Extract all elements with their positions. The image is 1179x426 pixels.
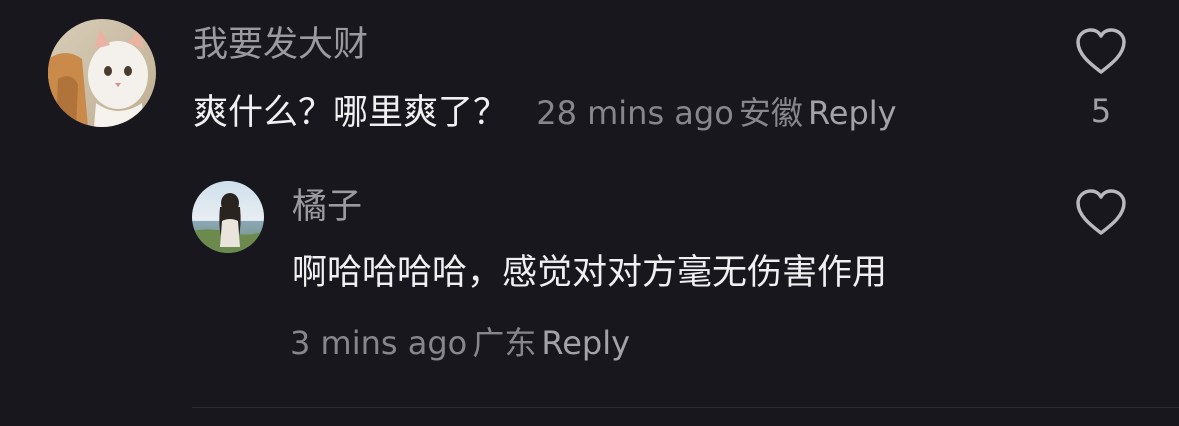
comment-like-count: 5 xyxy=(1090,92,1112,130)
reply-timestamp: 3 mins ago xyxy=(290,324,468,362)
heart-outline-icon xyxy=(1076,28,1126,74)
comment-username[interactable]: 我要发大财 xyxy=(193,28,368,63)
comment-reply-button[interactable]: Reply xyxy=(808,94,897,132)
reply-meta: 3 mins ago 广东 Reply xyxy=(290,327,630,359)
avatar[interactable] xyxy=(192,181,264,253)
reply-text: 啊哈哈哈哈，感觉对对方毫无伤害作用 xyxy=(292,253,888,293)
cat-avatar-icon xyxy=(48,19,156,127)
reply-like-button[interactable] xyxy=(1074,187,1128,241)
reply-reply-button[interactable]: Reply xyxy=(541,324,630,362)
comment-like-button[interactable] xyxy=(1074,26,1128,80)
comment-location: 安徽 xyxy=(738,94,803,132)
comment-timestamp: 28 mins ago xyxy=(536,94,734,132)
comment-text: 爽什么？哪里爽了？ xyxy=(193,93,509,133)
avatar[interactable] xyxy=(48,19,156,127)
reply-location: 广东 xyxy=(472,324,537,362)
comment-body: 爽什么？哪里爽了？ 28 mins ago 安徽 Reply xyxy=(193,96,897,131)
reply-username[interactable]: 橘子 xyxy=(292,190,362,225)
girl-lakeside-avatar-icon xyxy=(192,181,264,253)
heart-outline-icon xyxy=(1076,189,1126,235)
divider xyxy=(192,407,1179,408)
